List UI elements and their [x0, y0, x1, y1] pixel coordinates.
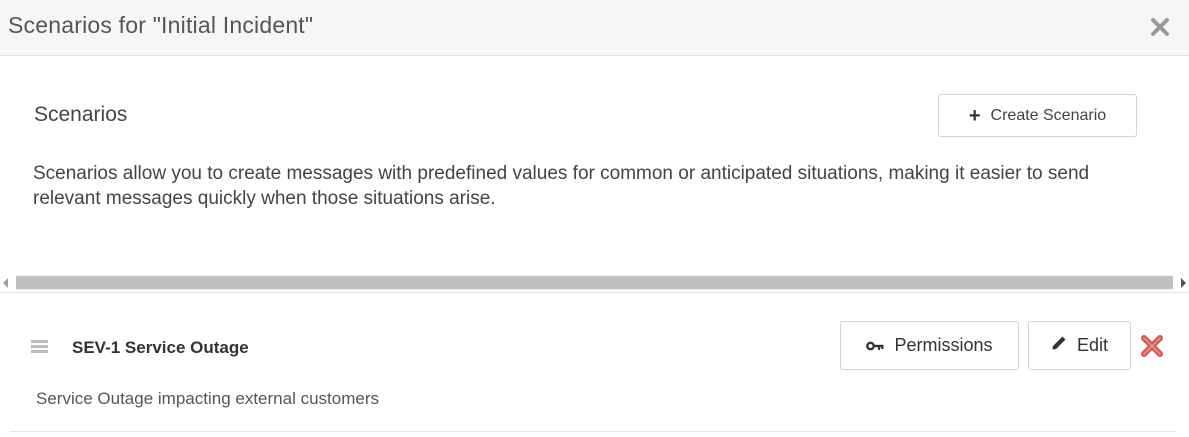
key-icon: [866, 335, 884, 356]
modal-title: Scenarios for "Initial Incident": [8, 12, 314, 38]
scroll-right-arrow-icon[interactable]: [1181, 278, 1186, 288]
scenario-name: SEV-1 Service Outage: [72, 338, 249, 357]
close-icon[interactable]: [1149, 16, 1171, 38]
scroll-left-arrow-icon[interactable]: [3, 278, 8, 288]
horizontal-scrollbar[interactable]: [0, 274, 1189, 292]
create-scenario-label: Create Scenario: [990, 106, 1107, 124]
create-scenario-button[interactable]: + Create Scenario: [938, 94, 1137, 137]
pencil-icon: [1051, 335, 1067, 356]
delete-icon[interactable]: [1140, 334, 1164, 358]
permissions-label: Permissions: [894, 335, 993, 355]
section-description: Scenarios allow you to create messages w…: [33, 163, 1090, 209]
permissions-button[interactable]: Permissions: [840, 321, 1019, 370]
drag-handle-icon[interactable]: [31, 340, 48, 353]
scroll-thumb[interactable]: [16, 276, 1173, 289]
edit-button[interactable]: Edit: [1028, 321, 1131, 370]
scenario-row: SEV-1 Service Outage Service Outage impa…: [10, 293, 1177, 432]
plus-icon: +: [968, 104, 981, 127]
modal-header: Scenarios for "Initial Incident": [0, 0, 1189, 56]
section-title: Scenarios: [34, 103, 128, 126]
scenario-description: Service Outage impacting external custom…: [36, 389, 379, 408]
edit-label: Edit: [1076, 335, 1109, 355]
